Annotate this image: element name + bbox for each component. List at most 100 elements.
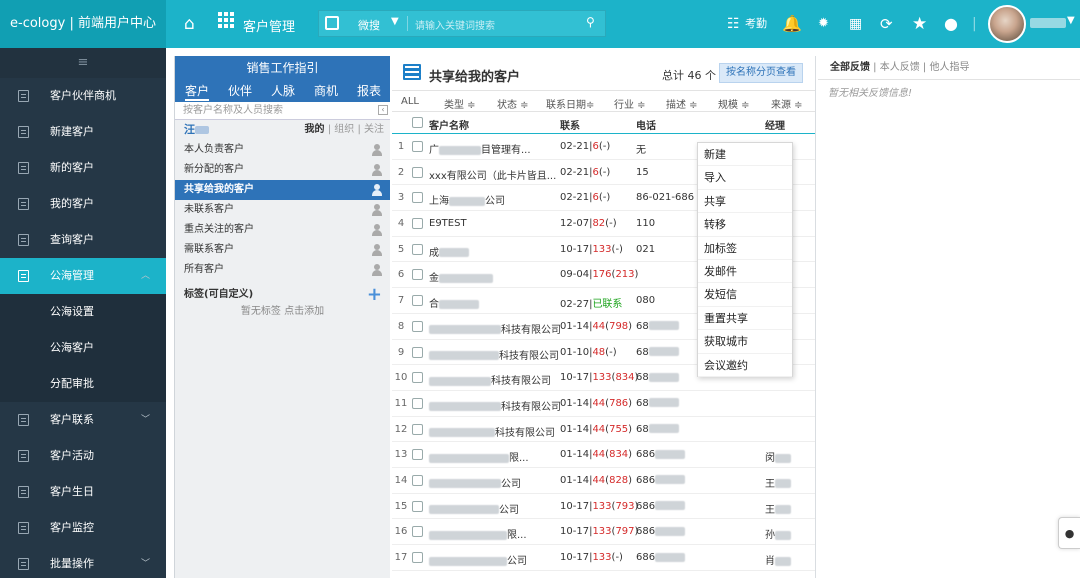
tab-my-feedback[interactable]: 本人反馈 [880,62,920,73]
customer-name-link[interactable]: 科技有限公司 [429,424,555,439]
tags-empty-text[interactable]: 暂无标签 点击添加 [175,304,390,320]
search-input[interactable]: 请输入关键词搜索 [415,17,495,32]
collapse-panel-icon[interactable]: ‹ [378,105,388,115]
grid-menu-icon[interactable]: ▦ [849,0,862,48]
avatar[interactable] [988,5,1026,43]
sidebar-item-9[interactable]: 客户联系 ﹀ [0,402,166,438]
chevron-down-icon[interactable]: ▼ [391,16,399,27]
context-menu-item[interactable]: 发短信 [698,283,792,307]
table-row[interactable]: 14 公司 01-14|44(828) 686 王 [392,468,815,494]
table-row[interactable]: 16 限... 10-17|133(797) 686 孙 [392,519,815,545]
context-menu-item[interactable]: 转移 [698,213,792,237]
guide-item[interactable]: 重点关注的客户 [175,220,390,240]
context-menu-item[interactable]: 加标签 [698,237,792,260]
page-by-name-button[interactable]: 按名称分页查看 [719,63,803,83]
manager-cell[interactable]: 闵 [765,449,791,464]
tab-reports[interactable]: 报表 [357,82,381,99]
customer-name-link[interactable]: 上海 公司 [429,192,505,207]
search-scope-icon[interactable] [325,16,339,30]
filter-all[interactable]: ALL [401,96,419,107]
apps-grid-icon[interactable] [218,12,234,28]
guide-search-input[interactable]: 按客户名称及人员搜索 ‹ [175,102,390,120]
sidebar-item-13[interactable]: 批量操作 ﹀ [0,546,166,582]
customer-name-link[interactable]: 科技有限公司 [429,372,551,387]
manager-cell[interactable]: 王 [765,475,791,490]
tab-opportunities[interactable]: 商机 [314,82,338,99]
contact-cell[interactable]: 01-14|44(755) [560,424,632,435]
home-icon[interactable]: ⌂ [184,14,195,34]
guide-item[interactable]: 所有客户 [175,260,390,280]
sidebar-item-1[interactable]: 新建客户 [0,114,166,150]
table-row[interactable]: 11 科技有限公司 01-14|44(786) 68 [392,391,815,417]
filter-status[interactable]: 状态 ≑ [497,96,529,111]
context-menu-item[interactable]: 重置共享 [698,307,792,331]
row-checkbox[interactable] [412,141,423,152]
contact-cell[interactable]: 02-27|已联系 [560,295,622,310]
sidebar-item-8[interactable]: 分配审批 [0,366,166,402]
person-icon[interactable] [372,204,382,216]
customer-name-link[interactable]: 金 [429,269,493,284]
customer-name-link[interactable]: 广 目管理有... [429,141,531,156]
contact-cell[interactable]: 09-04|176(213) [560,269,638,280]
sidebar-item-10[interactable]: 客户活动 [0,438,166,474]
context-menu-item[interactable]: 获取城市 [698,330,792,354]
contact-cell[interactable]: 02-21|6(-) [560,141,610,152]
guide-item[interactable]: 新分配的客户 [175,160,390,180]
manager-cell[interactable]: 王 [765,501,791,516]
guide-item[interactable]: 本人负责客户 [175,140,390,160]
star-icon[interactable]: ★ [912,0,927,48]
calendar-icon[interactable]: ☷ [727,0,740,48]
module-title[interactable]: 客户管理 [243,16,295,35]
contact-cell[interactable]: 01-14|44(798) [560,321,632,332]
col-phone[interactable]: 电话 [636,117,656,132]
sidebar-item-4[interactable]: 查询客户 [0,222,166,258]
row-checkbox[interactable] [412,397,423,409]
context-menu-item[interactable]: 共享 [698,190,792,214]
row-checkbox[interactable] [412,474,423,486]
row-checkbox[interactable] [412,500,423,512]
guide-item[interactable]: 需联系客户 [175,240,390,260]
customer-name-link[interactable]: 科技有限公司 [429,347,559,362]
search-scope-select[interactable]: 微搜 [358,17,380,33]
contact-cell[interactable]: 01-14|44(834) [560,449,632,460]
chevron-down-icon[interactable]: ▼ [1067,15,1075,26]
customer-name-link[interactable]: E9TEST [429,218,467,229]
person-icon[interactable] [372,144,382,156]
row-checkbox[interactable] [412,218,423,230]
row-checkbox[interactable] [412,346,423,358]
filter-industry[interactable]: 行业 ≑ [614,96,646,111]
filter-description[interactable]: 描述 ≑ [666,96,698,111]
customer-name-link[interactable]: 限... [429,526,527,541]
row-checkbox[interactable] [412,372,423,384]
person-icon[interactable] [372,224,382,236]
scope-org[interactable]: 组织 [334,124,354,135]
row-checkbox[interactable] [412,269,423,281]
customer-name-link[interactable]: 科技有限公司 [429,398,561,413]
contact-cell[interactable]: 10-17|133(-) [560,552,623,563]
sidebar-item-7[interactable]: 公海客户 [0,330,166,366]
user-name[interactable] [1030,18,1066,28]
sidebar-item-11[interactable]: 客户生日 [0,474,166,510]
sidebar-item-12[interactable]: 客户监控 [0,510,166,546]
context-menu-item[interactable]: 发邮件 [698,260,792,284]
chevron-down-icon[interactable]: ﹀ [141,402,150,438]
sidebar-item-2[interactable]: 新的客户 [0,150,166,186]
col-customer-name[interactable]: 客户名称 [429,117,469,132]
contact-cell[interactable]: 02-21|6(-) [560,192,610,203]
scope-mine[interactable]: 我的 [305,124,325,135]
magnifier-icon[interactable]: ⚲ [586,15,595,29]
row-checkbox[interactable] [412,423,423,435]
scope-follow[interactable]: 关注 [364,124,384,135]
context-menu-item[interactable]: 导入 [698,166,792,190]
manager-cell[interactable]: 孙 [765,526,791,541]
customer-name-link[interactable]: 公司 [429,475,521,490]
table-row[interactable]: 12 科技有限公司 01-14|44(755) 68 [392,417,815,443]
chevron-down-icon[interactable]: ﹀ [141,546,150,582]
contact-cell[interactable]: 10-17|133(834) [560,372,638,383]
row-checkbox[interactable] [412,295,423,307]
contact-cell[interactable]: 12-07|82(-) [560,218,617,229]
customer-name-link[interactable]: 公司 [429,501,519,516]
filter-source[interactable]: 来源 ≑ [771,96,803,111]
lightbulb-icon[interactable]: ✹ [818,0,829,48]
sidebar-item-3[interactable]: 我的客户 [0,186,166,222]
